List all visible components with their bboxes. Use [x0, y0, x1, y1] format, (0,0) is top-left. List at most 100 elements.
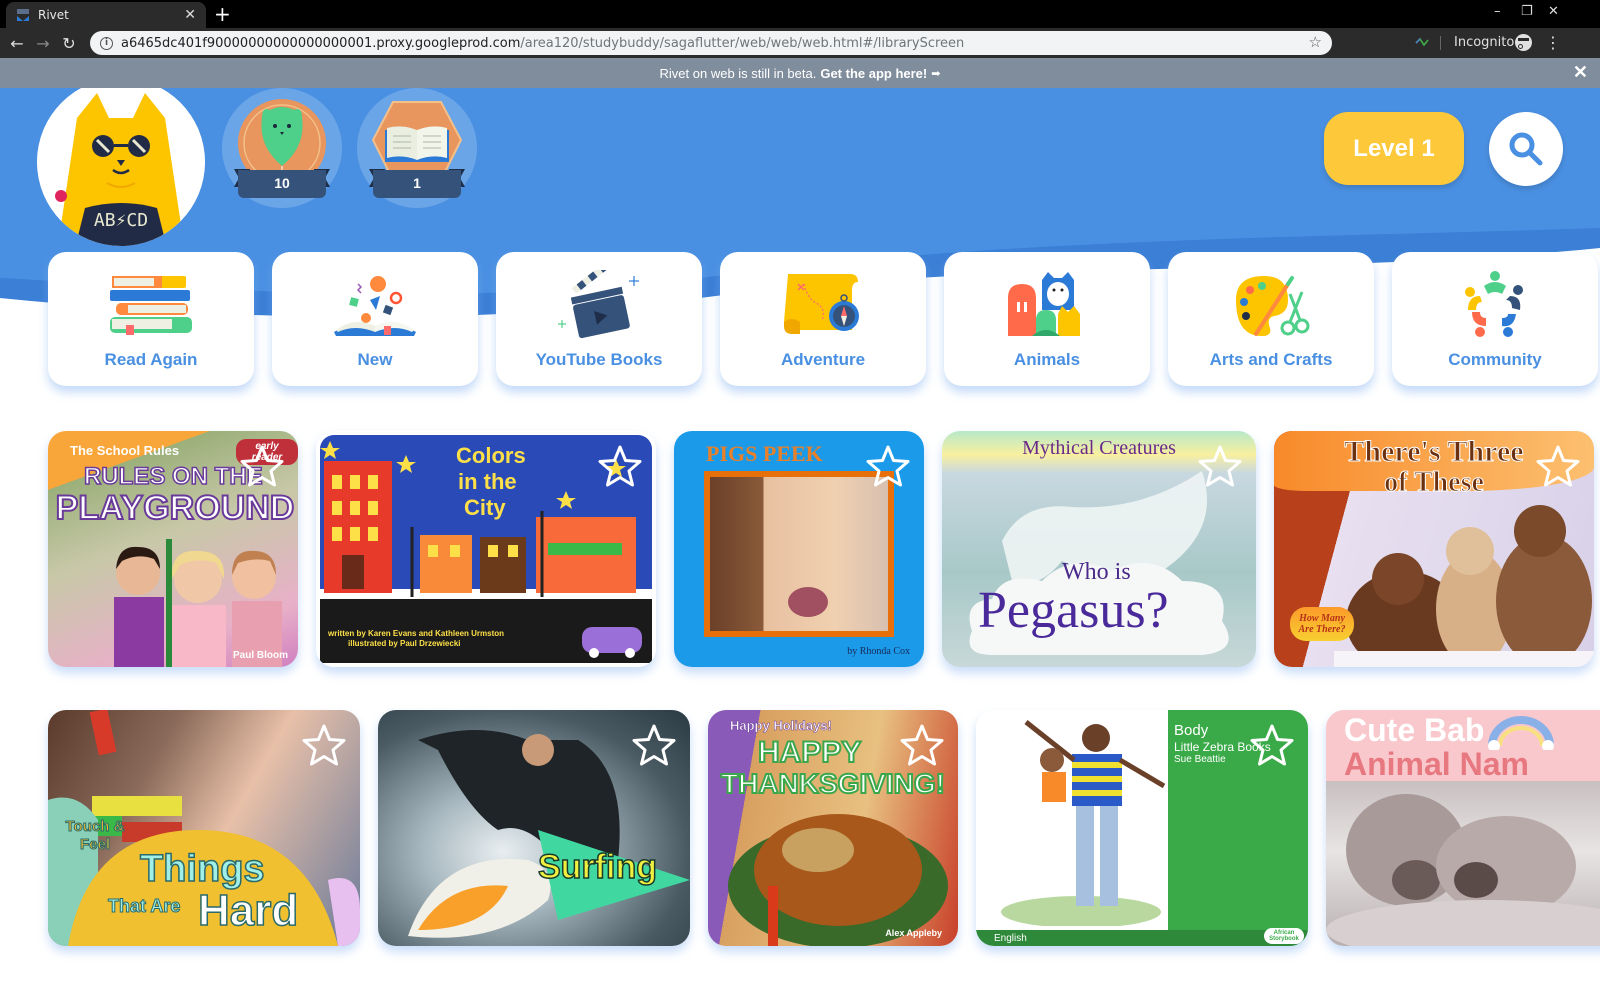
favorite-star-icon[interactable] [1248, 722, 1296, 770]
favorite-star-icon[interactable] [898, 722, 946, 770]
restore-icon[interactable]: ❐ [1521, 4, 1533, 19]
category-adventure[interactable]: Adventure [720, 252, 926, 386]
book-author: by Rhonda Cox [847, 646, 910, 657]
book-title-line2: THANKSGIVING! [720, 767, 946, 800]
book-series: Touch & Feel [65, 818, 125, 854]
category-label: YouTube Books [535, 350, 663, 369]
arrow-right-icon: ➡ [931, 67, 941, 80]
favorite-star-icon[interactable] [1196, 443, 1244, 491]
african-storybook-logo: African Storybook [1264, 928, 1304, 944]
incognito-label: Incognito [1454, 35, 1515, 50]
category-label: New [357, 350, 393, 369]
category-youtube-books[interactable]: YouTube Books [496, 252, 702, 386]
category-label: Arts and Crafts [1209, 350, 1333, 369]
map-compass-icon [784, 274, 859, 334]
back-icon[interactable]: ← [4, 34, 30, 53]
book-card-theres-three-of-these[interactable]: There's Three of These How Many Are Ther… [1274, 431, 1594, 667]
balloon-badge[interactable]: 10 [222, 88, 342, 208]
search-icon [1509, 132, 1543, 166]
get-app-link[interactable]: Get the app here! [820, 66, 927, 81]
category-read-again[interactable]: Read Again [48, 252, 254, 386]
book-card-happy-thanksgiving[interactable]: Happy Holidays! HAPPY THANKSGIVING! Alex… [708, 710, 958, 946]
browser-toolbar: ← → ↻ i a6465dc401f90000000000000000001.… [0, 28, 1600, 58]
clapperboard-icon [558, 270, 639, 339]
children-illustration [1001, 720, 1166, 926]
browser-menu-icon[interactable]: ⋮ [1545, 33, 1561, 52]
palette-scissors-icon [1236, 276, 1310, 336]
book-author: Paul Bloom [232, 650, 288, 661]
forward-icon[interactable]: → [30, 34, 56, 53]
category-label: Animals [1013, 350, 1081, 369]
favorite-star-icon[interactable] [864, 443, 912, 491]
category-label: Community [1448, 350, 1542, 369]
search-button[interactable] [1489, 112, 1563, 186]
category-community[interactable]: Community [1392, 252, 1598, 386]
stacked-books-icon [110, 276, 192, 335]
book-card-things-that-are-hard[interactable]: Touch & Feel Things That Are Hard [48, 710, 360, 946]
balloon-badge-count: 10 [238, 170, 326, 198]
book-card-colors-in-the-city[interactable]: Colors in the City written by Karen Evan… [316, 431, 656, 667]
book-title-line1: Cute Bab [1344, 712, 1485, 748]
book-badge-count: 1 [373, 170, 461, 198]
category-label: Read Again [104, 350, 198, 369]
book-title-line1: HAPPY [757, 735, 862, 770]
book-card-pigs-peek[interactable]: PIGS PEEK by Rhonda Cox [674, 431, 924, 667]
book-title-line2: Pegasus? [978, 582, 1169, 639]
category-arts-and-crafts[interactable]: Arts and Crafts [1168, 252, 1374, 386]
book-row-1: The School Rules early reader RULES ON T… [48, 431, 1594, 667]
address-bar[interactable]: i a6465dc401f90000000000000000001.proxy.… [90, 31, 1332, 55]
favorite-star-icon[interactable] [300, 722, 348, 770]
book-card-rules-on-the-playground[interactable]: The School Rules early reader RULES ON T… [48, 431, 298, 667]
animals-group-icon [1008, 272, 1080, 336]
book-card-who-is-pegasus[interactable]: Mythical Creatures Who is Pegasus? [942, 431, 1256, 667]
book-card-body[interactable]: Body Little Zebra Books Sue Beattie Engl… [976, 710, 1308, 946]
rivet-favicon-icon [16, 8, 30, 22]
book-series: The School Rules [70, 443, 180, 458]
site-info-icon[interactable]: i [100, 36, 113, 50]
window-close-icon[interactable]: ✕ [1548, 4, 1559, 19]
extension-icon[interactable] [1414, 34, 1430, 50]
rainbow-icon [1488, 716, 1554, 750]
new-tab-button[interactable]: + [214, 3, 231, 25]
incognito-icon[interactable] [1515, 34, 1532, 51]
browser-tab[interactable]: Rivet ✕ [6, 2, 206, 28]
book-title-line3: Hard [197, 885, 299, 936]
level-button[interactable]: Level 1 [1324, 112, 1464, 185]
book-title-line2: Animal Nam [1344, 746, 1529, 782]
avatar-shirt-text: AB⚡CD [94, 210, 148, 231]
book-row-2: Touch & Feel Things That Are Hard Surfin… [48, 710, 1600, 946]
book-badge[interactable]: 1 [357, 88, 477, 208]
reload-icon[interactable]: ↻ [56, 34, 82, 53]
book-credit-author: written by Karen Evans and Kathleen Urms… [328, 629, 505, 638]
category-new[interactable]: New [272, 252, 478, 386]
children-photo [114, 539, 282, 667]
book-title: Surfing [537, 847, 657, 887]
kittens-photo [1334, 505, 1594, 667]
browser-tab-bar: Rivet ✕ + – ❐ ✕ [0, 0, 1600, 28]
banner-close-icon[interactable]: ✕ [1573, 62, 1588, 83]
book-author: Sue Beattie [1174, 754, 1226, 765]
book-series: Happy Holidays! [730, 718, 832, 734]
book-title-line2: in the [458, 469, 517, 494]
tab-close-icon[interactable]: ✕ [184, 7, 196, 23]
bookmark-star-icon[interactable]: ☆ [1309, 33, 1322, 51]
book-title-line1: RULES ON THE [83, 462, 263, 491]
favorite-star-icon[interactable] [630, 722, 678, 770]
book-card-cute-baby-animal-names[interactable]: Cute Bab Animal Nam [1326, 710, 1600, 946]
toolbar-divider [1440, 36, 1441, 50]
beta-banner: Rivet on web is still in beta. Get the a… [0, 58, 1600, 88]
book-title: PIGS PEEK [706, 441, 823, 466]
library-screen: AB⚡CD 10 1 Level 1 Read Again New YouTub… [0, 88, 1600, 1000]
book-title: Body [1174, 722, 1209, 739]
book-title-line2: That Are [107, 896, 181, 917]
minimize-icon[interactable]: – [1494, 4, 1501, 19]
open-book-confetti-icon [334, 276, 416, 336]
category-animals[interactable]: Animals [944, 252, 1150, 386]
book-credit-illustrator: illustrated by Paul Drzewiecki [348, 639, 461, 648]
book-language: English [994, 933, 1027, 944]
book-card-surfing[interactable]: Surfing [378, 710, 690, 946]
favorite-star-icon[interactable] [596, 443, 644, 491]
book-sticker: How Many Are There? [1290, 607, 1354, 641]
favorite-star-icon[interactable] [1534, 443, 1582, 491]
favorite-star-icon[interactable] [238, 443, 286, 491]
